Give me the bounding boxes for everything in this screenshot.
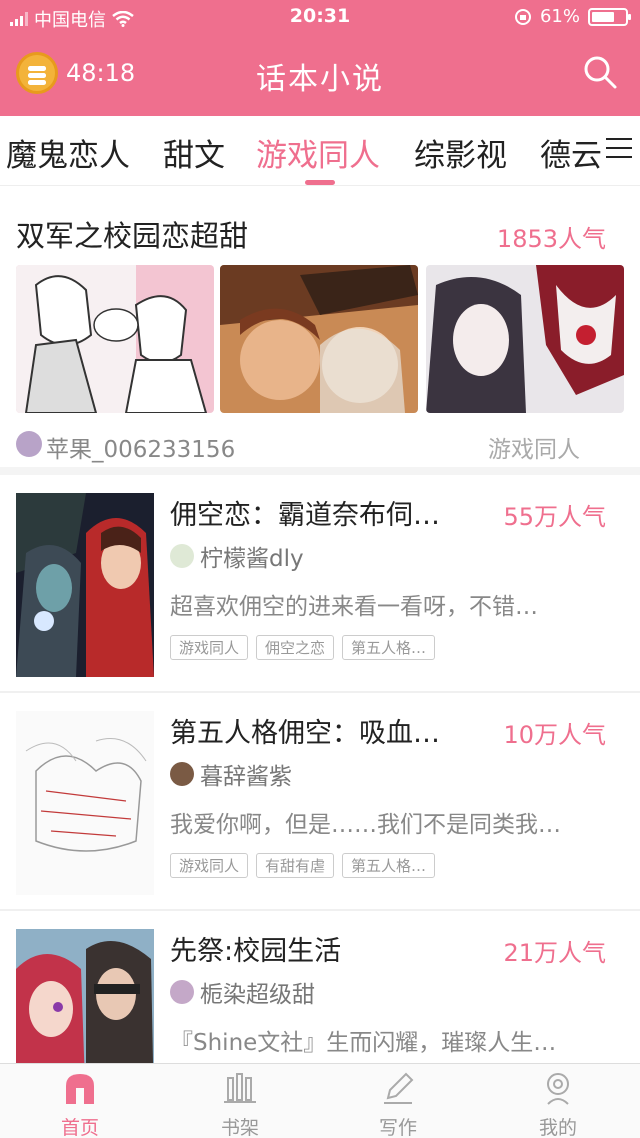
author-name: 栀染超级甜 bbox=[200, 982, 315, 1008]
book-author[interactable]: 柠檬酱dly bbox=[170, 539, 304, 573]
featured-title: 双军之校园恋超甜 bbox=[16, 219, 249, 253]
book-description: 『Shine文社』生而闪耀，璀璨人生… bbox=[170, 1030, 557, 1056]
book-title: 先祭:校园生活 bbox=[170, 936, 342, 967]
book-author[interactable]: 栀染超级甜 bbox=[170, 975, 315, 1009]
book-description: 我爱你啊，但是……我们不是同类我… bbox=[170, 812, 561, 838]
profile-icon bbox=[547, 1073, 569, 1105]
tab-zongyingshi[interactable]: 综影视 bbox=[414, 130, 507, 175]
tag[interactable]: 游戏同人 bbox=[170, 853, 249, 878]
book-cover bbox=[16, 493, 154, 677]
book-description: 超喜欢佣空的进来看一看呀，不错… bbox=[170, 594, 538, 620]
author-name: 柠檬酱dly bbox=[200, 546, 304, 572]
category-tabs: 魔鬼恋人 甜文 游戏同人 综影视 德云 bbox=[0, 116, 640, 186]
tag[interactable]: 第五人格… bbox=[342, 853, 436, 878]
book-cover bbox=[16, 711, 154, 895]
book-list-item[interactable]: 第五人格佣空：吸血… 10万人气 暮辞酱紫 我爱你啊，但是……我们不是同类我… … bbox=[0, 693, 640, 911]
tab-deyun[interactable]: 德云 bbox=[540, 130, 602, 175]
nav-home[interactable]: 首页 bbox=[30, 1070, 130, 1138]
tab-youxi-tongren[interactable]: 游戏同人 bbox=[256, 130, 380, 175]
nav-write-label: 写作 bbox=[378, 1117, 417, 1138]
featured-category: 游戏同人 bbox=[488, 437, 580, 463]
avatar bbox=[16, 431, 42, 457]
home-icon bbox=[66, 1074, 94, 1104]
book-author[interactable]: 暮辞酱紫 bbox=[170, 757, 292, 791]
book-popularity: 55万人气 bbox=[503, 503, 606, 531]
tab-tianwen[interactable]: 甜文 bbox=[163, 130, 225, 175]
book-popularity: 21万人气 bbox=[503, 939, 606, 967]
book-tags: 游戏同人 有甜有虐 第五人格… bbox=[170, 853, 436, 878]
book-list-item[interactable]: 佣空恋：霸道奈布伺… 55万人气 柠檬酱dly 超喜欢佣空的进来看一看呀，不错…… bbox=[0, 475, 640, 693]
featured-image-3 bbox=[426, 265, 624, 413]
status-bar: 中国电信 20:31 61% bbox=[0, 0, 640, 34]
nav-bar: 48:18 话本小说 bbox=[0, 38, 640, 112]
book-popularity: 10万人气 bbox=[503, 721, 606, 749]
page-title: 话本小说 bbox=[256, 62, 384, 97]
rotation-lock-icon bbox=[514, 8, 531, 25]
active-tab-indicator bbox=[305, 180, 335, 185]
nav-home-label: 首页 bbox=[60, 1117, 99, 1138]
nav-write[interactable]: 写作 bbox=[348, 1070, 448, 1138]
tab-mogui-lianren[interactable]: 魔鬼恋人 bbox=[6, 130, 130, 175]
tag[interactable]: 佣空之恋 bbox=[256, 635, 335, 660]
search-icon[interactable] bbox=[582, 54, 618, 90]
menu-icon[interactable] bbox=[606, 138, 632, 162]
bottom-tab-bar: 首页 书架 写作 我的 bbox=[0, 1063, 640, 1138]
bookshelf-icon bbox=[224, 1073, 256, 1103]
battery-percent: 61% bbox=[539, 6, 580, 27]
tag[interactable]: 有甜有虐 bbox=[256, 853, 335, 878]
tag[interactable]: 第五人格… bbox=[342, 635, 436, 660]
nav-profile-label: 我的 bbox=[538, 1117, 577, 1138]
featured-image-1 bbox=[16, 265, 214, 413]
nav-profile[interactable]: 我的 bbox=[508, 1070, 608, 1138]
status-right: 61% bbox=[514, 6, 631, 27]
nav-bookshelf-label: 书架 bbox=[220, 1117, 259, 1138]
book-tags: 游戏同人 佣空之恋 第五人格… bbox=[170, 635, 436, 660]
avatar bbox=[170, 762, 194, 786]
featured-author[interactable]: 苹果_006233156 bbox=[46, 430, 235, 464]
book-title: 佣空恋：霸道奈布伺… bbox=[170, 500, 440, 531]
nav-bookshelf[interactable]: 书架 bbox=[190, 1070, 290, 1138]
featured-book-card[interactable]: 双军之校园恋超甜 1853人气 苹果_006233156 游戏同人 bbox=[0, 187, 640, 475]
avatar bbox=[170, 980, 194, 1004]
tag[interactable]: 游戏同人 bbox=[170, 635, 249, 660]
featured-image-2 bbox=[220, 265, 418, 413]
author-name: 暮辞酱紫 bbox=[200, 764, 292, 790]
featured-popularity: 1853人气 bbox=[496, 225, 606, 253]
pen-icon bbox=[384, 1072, 414, 1104]
battery-icon bbox=[588, 7, 631, 26]
book-title: 第五人格佣空：吸血… bbox=[170, 718, 440, 749]
avatar bbox=[170, 544, 194, 568]
app-header: 中国电信 20:31 61% 48:18 话本小说 bbox=[0, 0, 640, 116]
